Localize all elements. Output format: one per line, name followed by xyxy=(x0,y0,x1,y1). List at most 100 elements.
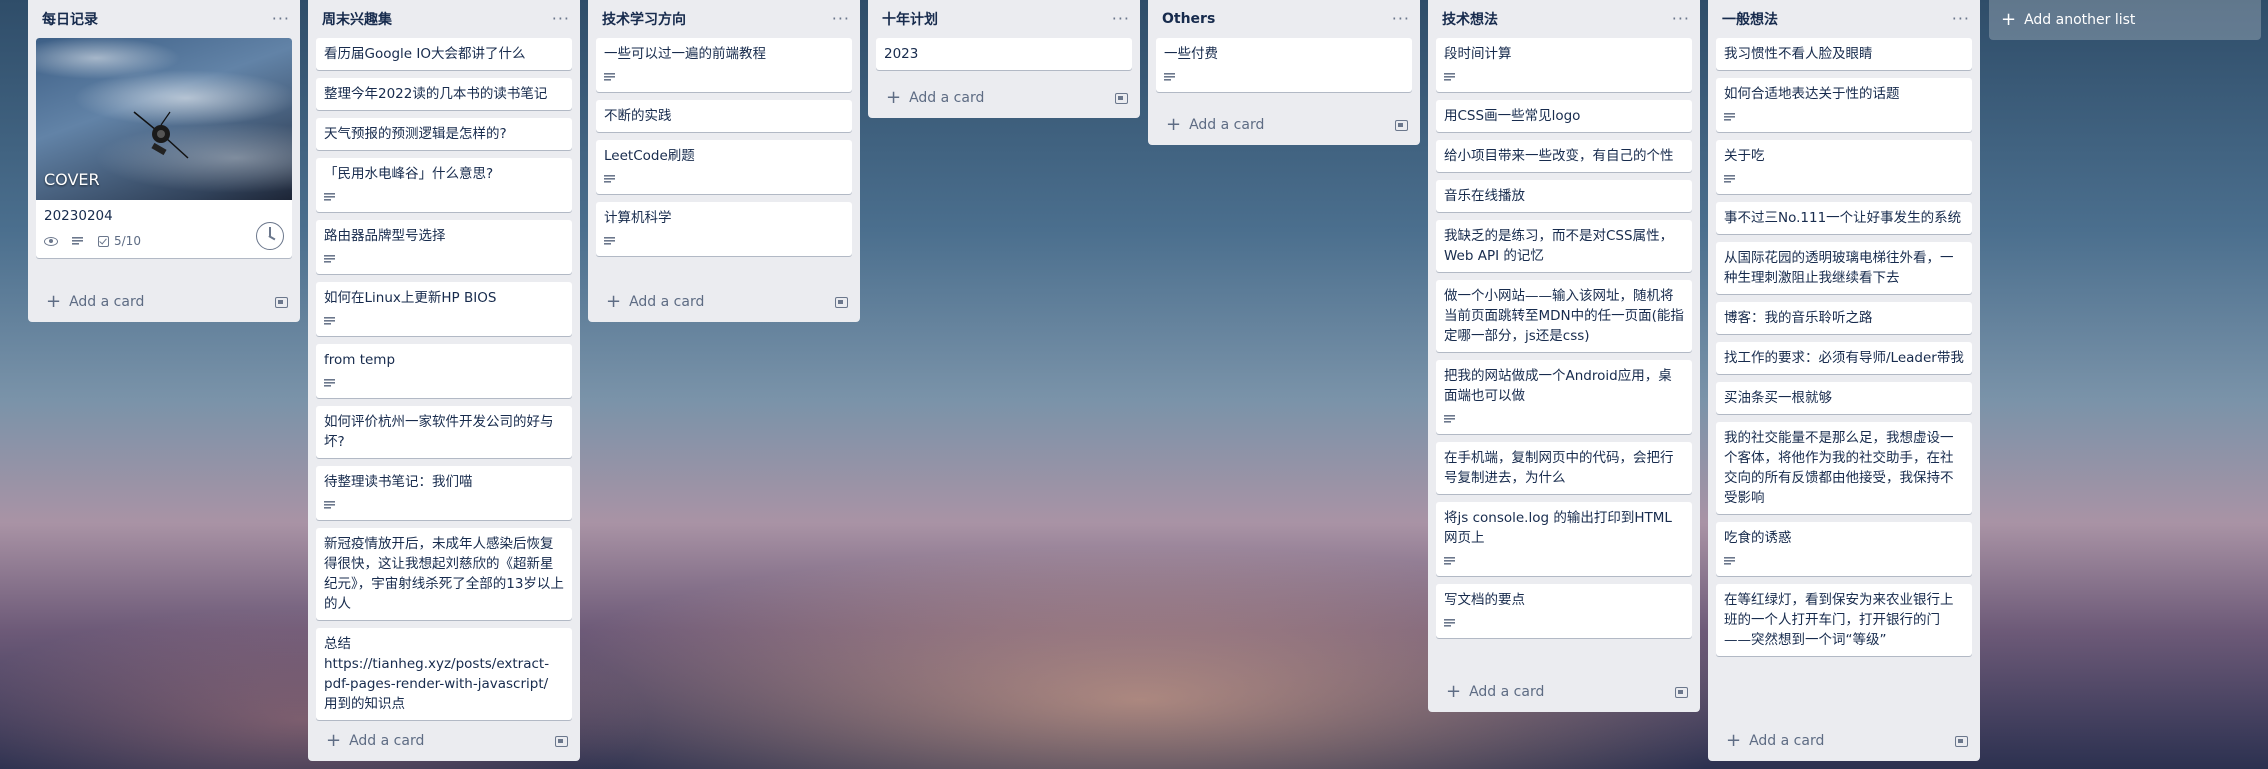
add-card-button[interactable]: + Add a card xyxy=(606,293,704,311)
card[interactable]: 关于吃 xyxy=(1716,140,1972,194)
card-template-icon[interactable] xyxy=(835,296,848,308)
card-badges xyxy=(324,250,564,268)
card[interactable]: 我习惯性不看人脸及眼睛 xyxy=(1716,38,1972,70)
card[interactable]: 博客：我的音乐聆听之路 xyxy=(1716,302,1972,334)
card[interactable]: 待整理读书笔记：我们喵 xyxy=(316,466,572,520)
add-card-button[interactable]: + Add a card xyxy=(1166,116,1264,134)
card-with-cover[interactable]: COVER 20230204 5/10 xyxy=(36,38,292,258)
card-badges xyxy=(1444,552,1684,570)
card[interactable]: 不断的实践 xyxy=(596,100,852,132)
card-title: 关于吃 xyxy=(1724,148,1765,164)
list-header[interactable]: 周末兴趣集 ··· xyxy=(308,0,580,38)
list-title[interactable]: 一般想法 xyxy=(1722,9,1778,29)
description-icon xyxy=(324,500,336,510)
list-title[interactable]: 技术想法 xyxy=(1442,9,1498,29)
card-title: 2023 xyxy=(884,46,919,62)
list-header[interactable]: 十年计划 ··· xyxy=(868,0,1140,38)
card[interactable]: 段时间计算 xyxy=(1436,38,1692,92)
list-menu-icon[interactable]: ··· xyxy=(1392,11,1410,27)
card[interactable]: 从国际花园的透明玻璃电梯往外看，一种生理刺激阻止我继续看下去 xyxy=(1716,242,1972,294)
add-card-button[interactable]: + Add a card xyxy=(1726,732,1824,750)
description-icon xyxy=(604,174,616,184)
card[interactable]: 在等红绿灯，看到保安为来农业银行上班的一个人打开车门，打开银行的门——突然想到一… xyxy=(1716,584,1972,656)
card[interactable]: 如何合适地表达关于性的话题 xyxy=(1716,78,1972,132)
card-title: 给小项目带来一些改变，有自己的个性 xyxy=(1444,148,1674,164)
list-header[interactable]: Others ··· xyxy=(1148,0,1420,38)
card[interactable]: LeetCode刷题 xyxy=(596,140,852,194)
card[interactable]: 写文档的要点 xyxy=(1436,584,1692,638)
plus-icon: + xyxy=(326,730,342,751)
list-menu-icon[interactable]: ··· xyxy=(832,11,850,27)
add-card-label: Add a card xyxy=(349,733,425,749)
add-card-button[interactable]: + Add a card xyxy=(1446,683,1544,701)
list-footer: + Add a card xyxy=(588,282,860,322)
list-title[interactable]: Others xyxy=(1162,11,1215,27)
card[interactable]: 我缺乏的是练习，而不是对CSS属性，Web API 的记忆 xyxy=(1436,220,1692,272)
checklist-count: 5/10 xyxy=(114,234,141,248)
card-template-icon[interactable] xyxy=(555,735,568,747)
card[interactable]: 「民用水电峰谷」什么意思? xyxy=(316,158,572,212)
list-menu-icon[interactable]: ··· xyxy=(1112,11,1130,27)
card[interactable]: 如何在Linux上更新HP BIOS xyxy=(316,282,572,336)
list-header[interactable]: 一般想法 ··· xyxy=(1708,0,1980,38)
list-header[interactable]: 技术想法 ··· xyxy=(1428,0,1700,38)
card-template-icon[interactable] xyxy=(275,296,288,308)
card[interactable]: 看历届Google IO大会都讲了什么 xyxy=(316,38,572,70)
card[interactable]: 音乐在线播放 xyxy=(1436,180,1692,212)
card-badges xyxy=(324,496,564,514)
card[interactable]: 事不过三No.111一个让好事发生的系统 xyxy=(1716,202,1972,234)
board: 每日记录 ··· COVER 20230204 5/10 + Add a car… xyxy=(0,0,2268,769)
card[interactable]: 天气预报的预测逻辑是怎样的? xyxy=(316,118,572,150)
card[interactable]: from temp xyxy=(316,344,572,398)
card[interactable]: 给小项目带来一些改变，有自己的个性 xyxy=(1436,140,1692,172)
card-template-icon[interactable] xyxy=(1115,92,1128,104)
card[interactable]: 整理今年2022读的几本书的读书笔记 xyxy=(316,78,572,110)
card[interactable]: 做一个小网站——输入该网址，随机将当前页面跳转至MDN中的任一页面(能指定哪一部… xyxy=(1436,280,1692,352)
card[interactable]: 一些付费 xyxy=(1156,38,1412,92)
card-title: 如何在Linux上更新HP BIOS xyxy=(324,290,497,306)
description-icon xyxy=(1444,72,1456,82)
card-template-icon[interactable] xyxy=(1675,686,1688,698)
list-cards: 我习惯性不看人脸及眼睛如何合适地表达关于性的话题关于吃事不过三No.111一个让… xyxy=(1708,38,1980,721)
card[interactable]: 用CSS画一些常见logo xyxy=(1436,100,1692,132)
card[interactable]: 将js console.log 的输出打印到HTML网页上 xyxy=(1436,502,1692,576)
card[interactable]: 总结 https://tianheg.xyz/posts/extract-pdf… xyxy=(316,628,572,720)
card-badges xyxy=(1444,68,1684,86)
card[interactable]: 路由器品牌型号选择 xyxy=(316,220,572,274)
card[interactable]: 2023 xyxy=(876,38,1132,70)
card[interactable]: 买油条买一根就够 xyxy=(1716,382,1972,414)
add-card-button[interactable]: + Add a card xyxy=(886,89,984,107)
add-another-list-button[interactable]: + Add another list xyxy=(1989,0,2261,40)
card-template-icon[interactable] xyxy=(1395,119,1408,131)
plus-icon: + xyxy=(886,87,902,108)
list-header[interactable]: 技术学习方向 ··· xyxy=(588,0,860,38)
plus-icon: + xyxy=(2001,9,2017,30)
list-menu-icon[interactable]: ··· xyxy=(1672,11,1690,27)
description-icon xyxy=(1444,618,1456,628)
list-title[interactable]: 技术学习方向 xyxy=(602,9,686,29)
card[interactable]: 计算机科学 xyxy=(596,202,852,256)
card[interactable]: 如何评价杭州一家软件开发公司的好与坏? xyxy=(316,406,572,458)
add-card-button[interactable]: + Add a card xyxy=(326,732,424,750)
list-menu-icon[interactable]: ··· xyxy=(272,11,290,27)
member-avatar[interactable] xyxy=(256,222,284,250)
list-menu-icon[interactable]: ··· xyxy=(1952,11,1970,27)
card-template-icon[interactable] xyxy=(1955,735,1968,747)
card[interactable]: 找工作的要求：必须有导师/Leader带我 xyxy=(1716,342,1972,374)
card[interactable]: 把我的网站做成一个Android应用，桌面端也可以做 xyxy=(1436,360,1692,434)
list-menu-icon[interactable]: ··· xyxy=(552,11,570,27)
card[interactable]: 在手机端，复制网页中的代码，会把行号复制进去，为什么 xyxy=(1436,442,1692,494)
card[interactable]: 吃食的诱惑 xyxy=(1716,522,1972,576)
list-title[interactable]: 十年计划 xyxy=(882,9,938,29)
list-title[interactable]: 周末兴趣集 xyxy=(322,9,392,29)
list-title[interactable]: 每日记录 xyxy=(42,9,98,29)
add-list-label: Add another list xyxy=(2024,12,2136,28)
list-header[interactable]: 每日记录 ··· xyxy=(28,0,300,38)
card[interactable]: 一些可以过一遍的前端教程 xyxy=(596,38,852,92)
description-icon xyxy=(1444,414,1456,424)
card[interactable]: 新冠疫情放开后，未成年人感染后恢复得很快，这让我想起刘慈欣的《超新星纪元》，宇宙… xyxy=(316,528,572,620)
list-tech-learning: 技术学习方向 ··· 一些可以过一遍的前端教程不断的实践 LeetCode刷题 计算机科… xyxy=(588,0,860,322)
description-icon xyxy=(604,72,616,82)
card[interactable]: 我的社交能量不是那么足，我想虚设一个客体，将他作为我的社交助手，在社交向的所有反… xyxy=(1716,422,1972,514)
add-card-button[interactable]: + Add a card xyxy=(46,293,144,311)
